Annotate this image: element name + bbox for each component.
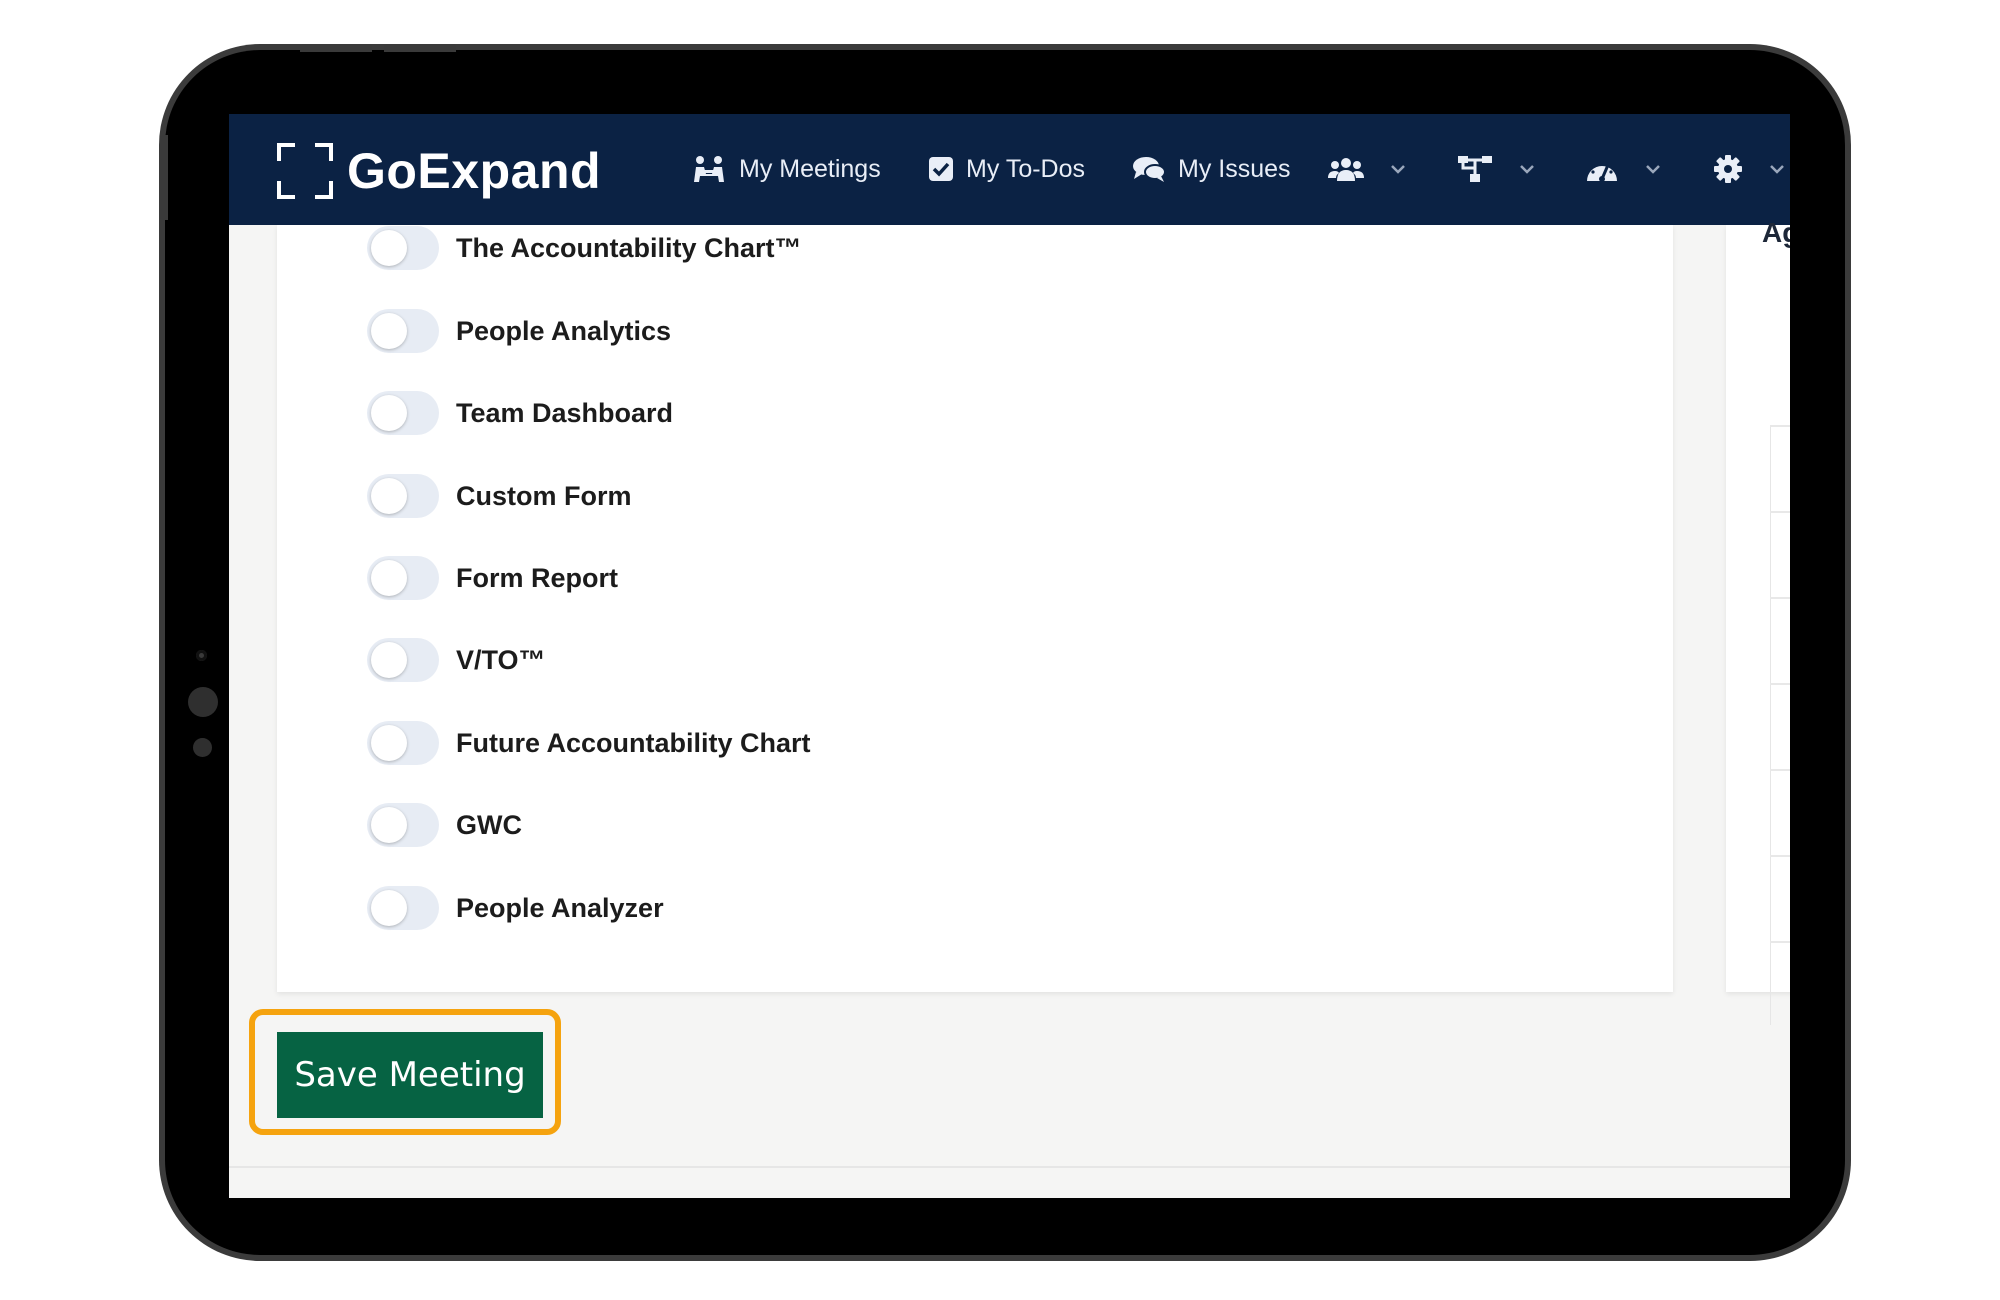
toggle-label: GWC bbox=[456, 809, 522, 840]
toggle-row[interactable]: Form Report bbox=[367, 553, 618, 603]
toggle-row[interactable]: People Analyzer bbox=[367, 883, 664, 933]
divider bbox=[1770, 769, 1790, 771]
toggle-label: Team Dashboard bbox=[456, 397, 674, 428]
device-button bbox=[384, 44, 456, 52]
dashboard-dropdown[interactable] bbox=[1585, 145, 1661, 193]
nav-item-label: My To-Dos bbox=[966, 154, 1086, 183]
toggle-row[interactable]: Future Accountability Chart bbox=[367, 718, 811, 768]
toggle-label: V/TO™ bbox=[456, 644, 546, 675]
chevron-down-icon bbox=[1391, 165, 1405, 174]
meetings-icon bbox=[694, 156, 724, 182]
toggle-switch[interactable] bbox=[367, 886, 439, 930]
toggle-row[interactable]: The Accountability Chart™ bbox=[367, 223, 802, 273]
toggle-switch[interactable] bbox=[367, 721, 439, 765]
nav-my-todos[interactable]: My To-Dos bbox=[928, 145, 1085, 193]
side-card-list bbox=[1770, 425, 1790, 1025]
footer bbox=[229, 1168, 1790, 1198]
nav-item-label: My Issues bbox=[1178, 154, 1291, 183]
device-button bbox=[300, 44, 372, 52]
settings-dropdown[interactable] bbox=[1713, 145, 1785, 193]
toggle-row[interactable]: Custom Form bbox=[367, 471, 632, 521]
app-screen: GoExpand My Meetings My To-Dos My Issues… bbox=[229, 114, 1790, 1198]
divider bbox=[1770, 511, 1790, 513]
save-meeting-button[interactable]: Save Meeting bbox=[277, 1032, 543, 1118]
toggle-label: Form Report bbox=[456, 562, 618, 593]
checkbox-icon bbox=[929, 157, 953, 181]
org-chart-icon bbox=[1458, 156, 1492, 182]
chevron-down-icon bbox=[1770, 165, 1784, 174]
toggle-switch[interactable] bbox=[367, 226, 439, 270]
nav-my-meetings[interactable]: My Meetings bbox=[691, 145, 881, 193]
meeting-tools-card: The Accountability Chart™ People Analyti… bbox=[277, 225, 1673, 992]
chevron-down-icon bbox=[1520, 165, 1534, 174]
logo-text: GoExpand bbox=[347, 143, 602, 199]
nav-item-label: My Meetings bbox=[739, 154, 881, 183]
toggle-label: People Analyzer bbox=[456, 892, 664, 923]
people-dropdown[interactable] bbox=[1328, 145, 1406, 193]
toggle-label: Future Accountability Chart bbox=[456, 727, 811, 758]
toggle-switch[interactable] bbox=[367, 474, 439, 518]
toggle-row[interactable]: People Analytics bbox=[367, 306, 671, 356]
divider bbox=[1770, 597, 1790, 599]
divider bbox=[1770, 855, 1790, 857]
device-button bbox=[160, 135, 168, 220]
people-icon bbox=[1328, 158, 1364, 181]
top-navbar: GoExpand My Meetings My To-Dos My Issues bbox=[229, 114, 1790, 225]
org-chart-dropdown[interactable] bbox=[1457, 145, 1535, 193]
toggle-label: Custom Form bbox=[456, 480, 632, 511]
toggle-row[interactable]: Team Dashboard bbox=[367, 388, 673, 438]
toggle-switch[interactable] bbox=[367, 309, 439, 353]
chevron-down-icon bbox=[1646, 165, 1660, 174]
divider bbox=[1770, 425, 1790, 427]
toggle-label: The Accountability Chart™ bbox=[456, 232, 802, 263]
sensor-dot bbox=[188, 687, 218, 717]
divider bbox=[1770, 683, 1790, 685]
toggle-label: People Analytics bbox=[456, 315, 672, 346]
gear-icon bbox=[1714, 155, 1742, 183]
agenda-side-card: Ag bbox=[1726, 217, 1790, 1025]
divider bbox=[1770, 941, 1790, 943]
toggle-switch[interactable] bbox=[367, 556, 439, 600]
logo[interactable]: GoExpand bbox=[277, 142, 601, 200]
toggle-switch[interactable] bbox=[367, 803, 439, 847]
logo-bracket-icon bbox=[277, 143, 333, 199]
nav-my-issues[interactable]: My Issues bbox=[1132, 145, 1291, 193]
toggle-switch[interactable] bbox=[367, 391, 439, 435]
toggle-row[interactable]: GWC bbox=[367, 800, 522, 850]
side-card-heading: Ag bbox=[1762, 217, 1790, 248]
sensor-dot bbox=[193, 738, 212, 757]
camera-icon bbox=[196, 650, 207, 661]
toggle-row[interactable]: V/TO™ bbox=[367, 635, 546, 685]
dashboard-icon bbox=[1587, 160, 1617, 182]
toggle-switch[interactable] bbox=[367, 638, 439, 682]
chat-icon bbox=[1133, 157, 1166, 182]
